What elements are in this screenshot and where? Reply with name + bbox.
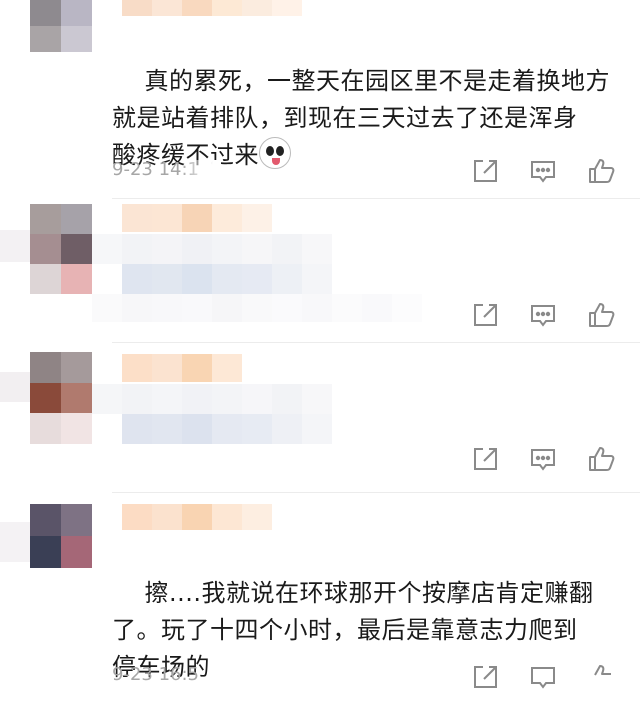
comment-3: [0, 344, 640, 490]
blurred-text: [122, 264, 332, 294]
divider: [112, 492, 640, 493]
like-icon[interactable]: [586, 156, 616, 186]
comment-actions: [470, 662, 620, 692]
blurred-text: [92, 384, 332, 414]
comment-timestamp: 9-23 16:5: [112, 664, 199, 685]
avatar[interactable]: [30, 504, 92, 568]
comment-icon[interactable]: [528, 300, 558, 330]
share-icon[interactable]: [470, 444, 500, 474]
avatar[interactable]: [30, 352, 92, 444]
like-icon[interactable]: [586, 300, 616, 330]
blurred-text: [92, 234, 332, 264]
blurred-content: [0, 522, 30, 562]
comment-icon[interactable]: [528, 444, 558, 474]
comment-actions: [470, 444, 620, 474]
comment-1: 真的累死，一整天在园区里不是走着换地方 就是站着排队，到现在三天过去了还是浑身 …: [0, 0, 640, 198]
like-icon[interactable]: [586, 444, 616, 474]
username-redacted[interactable]: [122, 354, 242, 382]
comment-timestamp: 9-23 14:1: [112, 159, 221, 180]
share-icon[interactable]: [470, 300, 500, 330]
username-redacted[interactable]: [122, 204, 272, 232]
comment-2: [0, 200, 640, 342]
comment-icon[interactable]: [528, 156, 558, 186]
like-icon[interactable]: [586, 662, 616, 692]
comment-icon[interactable]: [528, 662, 558, 692]
avatar[interactable]: [30, 204, 92, 294]
blurred-text: [122, 414, 332, 444]
panda-emoji-icon: [259, 137, 291, 169]
blurred-text: [92, 294, 422, 322]
comment-text: 擦....我就说在环球那开个按摩店肯定赚翻 了。玩了十四个小时，最后是靠意志力爬…: [112, 579, 594, 681]
comment-actions: [470, 156, 620, 186]
blurred-content: [0, 230, 30, 262]
divider: [112, 198, 640, 199]
comment-actions: [470, 300, 620, 330]
share-icon[interactable]: [470, 662, 500, 692]
username-redacted[interactable]: [122, 0, 302, 16]
divider: [112, 342, 640, 343]
share-icon[interactable]: [470, 156, 500, 186]
username-redacted[interactable]: [122, 504, 272, 530]
blurred-content: [0, 372, 30, 402]
avatar[interactable]: [30, 0, 92, 52]
comment-4: 擦....我就说在环球那开个按摩店肯定赚翻 了。玩了十四个小时，最后是靠意志力爬…: [0, 494, 640, 689]
